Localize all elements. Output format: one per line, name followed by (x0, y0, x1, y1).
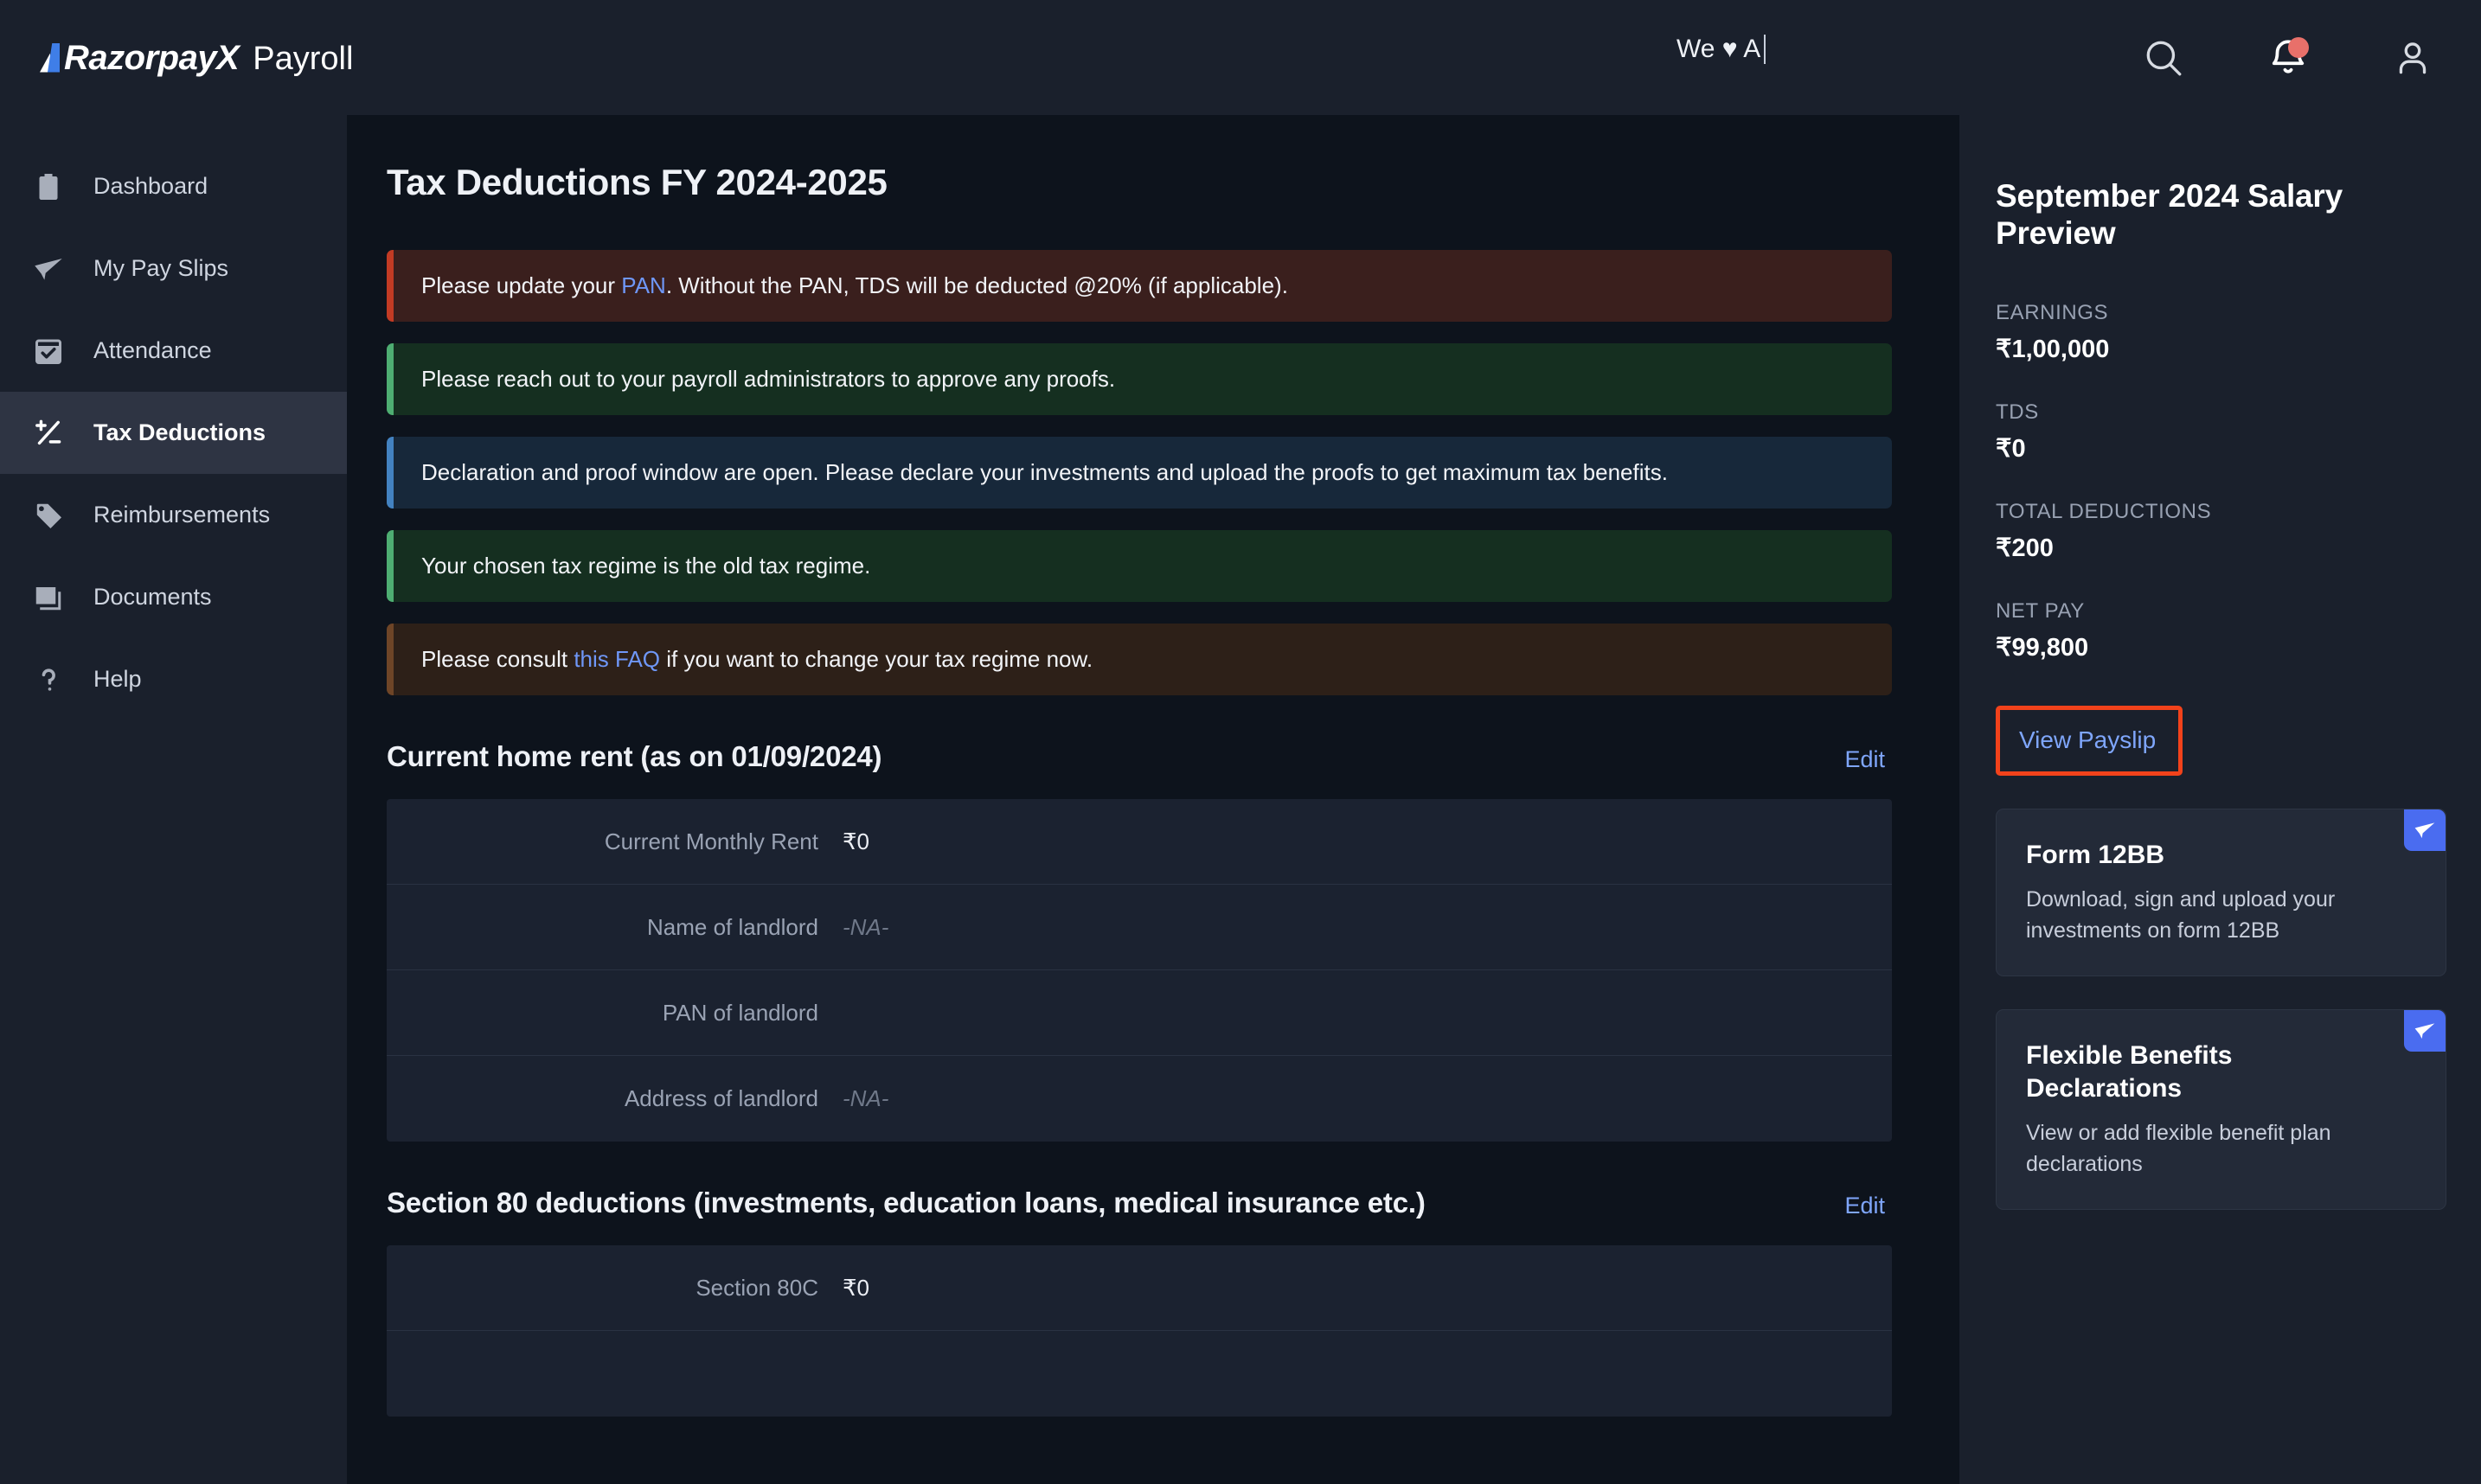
stat-label: EARNINGS (1996, 300, 2109, 324)
sidebar-item-label: Dashboard (93, 173, 208, 199)
sidebar-item-label: Attendance (93, 337, 212, 363)
view-payslip-link[interactable]: View Payslip (2019, 726, 2156, 753)
notification-badge (2288, 36, 2309, 58)
faq-link[interactable]: this FAQ (574, 646, 660, 672)
page-title: Tax Deductions FY 2024-2025 (387, 162, 888, 202)
brand-suffix: Payroll (253, 40, 354, 77)
header-center-label: We ♥ A (1676, 35, 1761, 63)
sidebar-item-reimbursements[interactable]: Reimbursements (0, 474, 347, 556)
rent-section-header: Current home rent (as on 01/09/2024) Edi… (387, 740, 1892, 773)
rent-details-table: Current Monthly Rent ₹0 Name of landlord… (387, 799, 1892, 1142)
alert-text-pre: Please update your (421, 272, 622, 298)
alert-declaration-window: Declaration and proof window are open. P… (387, 437, 1892, 509)
section80-table: Section 80C ₹0 (387, 1245, 1892, 1417)
table-row: Section 80C ₹0 (387, 1245, 1892, 1332)
stat-label: TOTAL DEDUCTIONS (1996, 499, 2212, 523)
stat-tds: TDS ₹0 (1996, 400, 2446, 464)
documents-icon (31, 580, 66, 615)
alert-tax-regime: Your chosen tax regime is the old tax re… (387, 530, 1892, 603)
sidebar-item-label: Reimbursements (93, 502, 271, 528)
stat-label: NET PAY (1996, 598, 2085, 623)
section80-title: Section 80 deductions (investments, educ… (387, 1187, 1426, 1219)
card-title: Form 12BB (2026, 840, 2165, 869)
notification-bell-icon[interactable] (2266, 36, 2310, 80)
sidebar-item-documents[interactable]: Documents (0, 556, 347, 638)
row-value: -NA- (843, 913, 889, 940)
view-payslip-highlight-box: View Payslip (1996, 705, 2183, 776)
sidebar-item-my-pay-slips[interactable]: My Pay Slips (0, 227, 347, 310)
alert-text-pre: Declaration and proof window are open. P… (421, 459, 1668, 486)
paper-plane-icon (31, 252, 66, 286)
pan-link[interactable]: PAN (621, 272, 666, 298)
main-content-area: Tax Deductions FY 2024-2025 Please updat… (347, 115, 1959, 1484)
alert-text-post: if you want to change your tax regime no… (660, 646, 1093, 673)
calendar-check-icon (31, 334, 66, 368)
alert-faq-regime-change: Please consult this FAQ if you want to c… (387, 624, 1892, 696)
section80-edit-link[interactable]: Edit (1844, 1193, 1885, 1219)
row-label: Address of landlord (624, 1085, 818, 1112)
search-icon[interactable] (2142, 36, 2185, 80)
rent-section-title: Current home rent (as on 01/09/2024) (387, 740, 882, 773)
sidebar-item-help[interactable]: Help (0, 638, 347, 720)
card-description: Download, sign and upload your investmen… (2026, 887, 2336, 943)
stat-value: ₹1,00,000 (1996, 335, 2110, 363)
card-description: View or add flexible benefit plan declar… (2026, 1121, 2331, 1176)
row-label: Section 80C (696, 1274, 818, 1301)
row-label: Current Monthly Rent (604, 828, 818, 854)
brand-logo[interactable]: RazorpayX Payroll (40, 41, 353, 75)
left-sidebar-nav: Dashboard My Pay Slips Attendance Tax De… (0, 115, 347, 1484)
sidebar-item-label: My Pay Slips (93, 255, 229, 281)
alert-text-pre: Your chosen tax regime is the old tax re… (421, 553, 871, 579)
alert-pan-warning: Please update your PAN. Without the PAN,… (387, 250, 1892, 323)
stat-value: ₹99,800 (1996, 633, 2089, 662)
row-label: PAN of landlord (662, 999, 818, 1026)
sidebar-item-label: Help (93, 666, 142, 692)
sidebar-item-label: Tax Deductions (93, 419, 266, 445)
card-title: Flexible Benefits Declarations (2026, 1041, 2233, 1103)
alert-proofs-approval: Please reach out to your payroll adminis… (387, 343, 1892, 416)
row-value: ₹0 (843, 1274, 870, 1301)
alert-text-pre: Please reach out to your payroll adminis… (421, 366, 1116, 393)
row-value: -NA- (843, 1085, 889, 1112)
paper-plane-icon (2404, 809, 2446, 851)
salary-preview-panel: September 2024 Salary Preview EARNINGS ₹… (1959, 115, 2481, 1484)
sidebar-item-dashboard[interactable]: Dashboard (0, 145, 347, 227)
brand-name: RazorpayX (64, 38, 240, 77)
stat-net-pay: NET PAY ₹99,800 (1996, 599, 2446, 662)
salary-preview-title: September 2024 Salary Preview (1996, 178, 2343, 252)
card-form-12bb[interactable]: Form 12BB Download, sign and upload your… (1996, 808, 2446, 977)
tag-icon (31, 498, 66, 533)
row-label: Name of landlord (647, 913, 818, 940)
table-row: Name of landlord -NA- (387, 885, 1892, 971)
question-mark-icon (31, 662, 66, 697)
sidebar-item-attendance[interactable]: Attendance (0, 310, 347, 392)
razorpayx-logo: RazorpayX (40, 38, 240, 77)
table-row: Address of landlord -NA- (387, 1056, 1892, 1142)
stat-earnings: EARNINGS ₹1,00,000 (1996, 301, 2446, 364)
header-center-text: We ♥ A (1676, 35, 1766, 64)
stat-total-deductions: TOTAL DEDUCTIONS ₹200 (1996, 500, 2446, 563)
plus-minus-icon (31, 416, 66, 451)
alert-text-pre: Please consult (421, 646, 574, 673)
stat-value: ₹0 (1996, 434, 2026, 463)
stat-value: ₹200 (1996, 534, 2054, 562)
table-row (387, 1331, 1892, 1417)
razorpay-mark-icon (40, 43, 62, 73)
text-caret (1764, 35, 1766, 64)
table-row: PAN of landlord (387, 970, 1892, 1057)
row-value: ₹0 (843, 828, 870, 854)
rent-edit-link[interactable]: Edit (1844, 746, 1885, 773)
header-icon-group (2142, 0, 2434, 115)
sidebar-item-tax-deductions[interactable]: Tax Deductions (0, 392, 347, 474)
section80-header: Section 80 deductions (investments, educ… (387, 1187, 1892, 1219)
card-flexible-benefits[interactable]: Flexible Benefits Declarations View or a… (1996, 1009, 2446, 1211)
top-header-bar: RazorpayX Payroll We ♥ A (0, 0, 2481, 115)
sidebar-item-label: Documents (93, 584, 212, 610)
table-row: Current Monthly Rent ₹0 (387, 799, 1892, 886)
alert-text-post: . Without the PAN, TDS will be deducted … (665, 272, 1288, 298)
paper-plane-icon (2404, 1010, 2446, 1052)
clipboard-icon (31, 170, 66, 204)
user-account-icon[interactable] (2391, 36, 2434, 80)
stat-label: TDS (1996, 400, 2039, 424)
